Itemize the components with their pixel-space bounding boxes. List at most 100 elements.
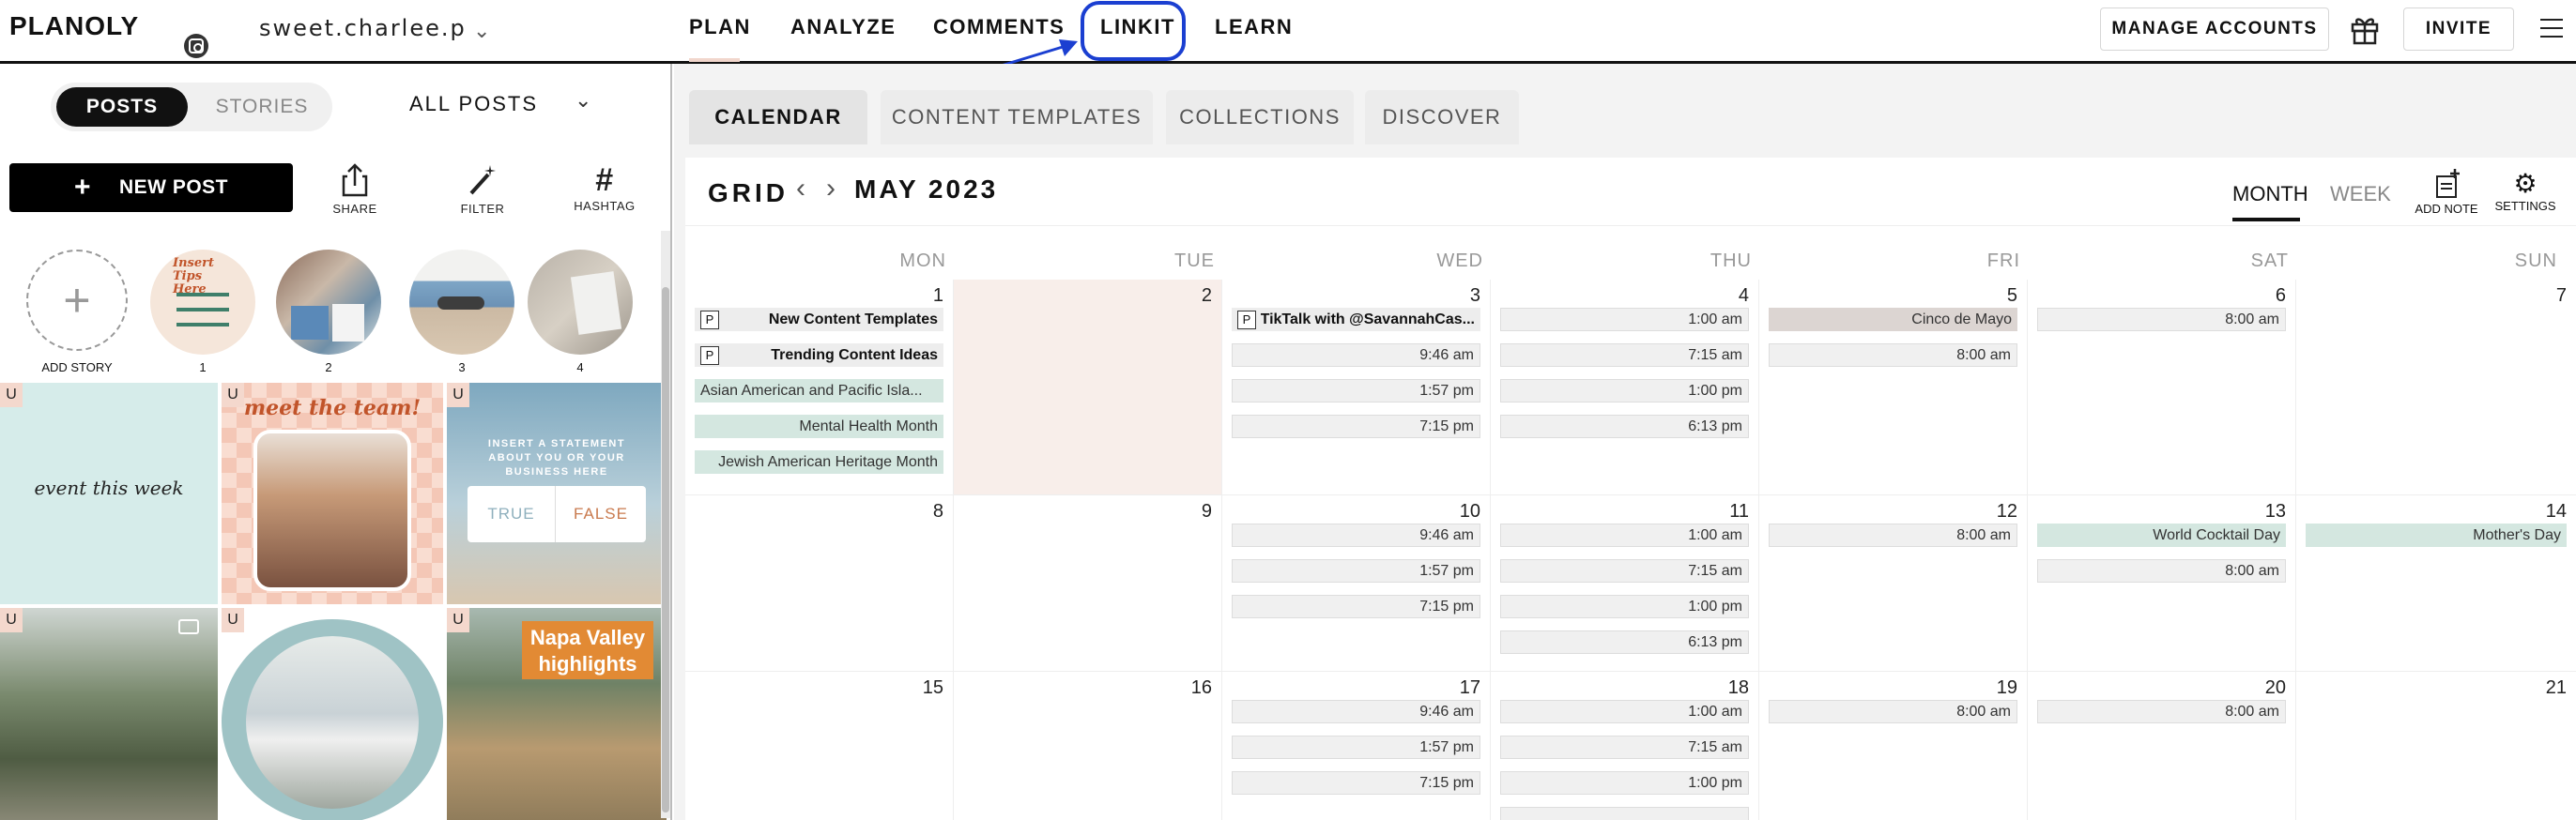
- scheduled-post-time[interactable]: 6:13 pm: [1500, 415, 1749, 438]
- scheduled-post-time[interactable]: 7:15 pm: [1232, 595, 1480, 618]
- scheduled-post-time[interactable]: 1:00 pm: [1500, 595, 1749, 618]
- story-thumbnail-1[interactable]: Insert Tips Here: [150, 250, 255, 355]
- day-cell-6[interactable]: 6 8:00 am: [2028, 280, 2296, 495]
- day-cell-19[interactable]: 19 8:00 am: [1759, 672, 2028, 820]
- holiday-event[interactable]: Cinco de Mayo: [1769, 308, 2017, 331]
- holiday-event[interactable]: Mother's Day: [2306, 524, 2567, 547]
- scheduled-post-time[interactable]: 8:00 am: [2037, 700, 2286, 723]
- scheduled-post-time[interactable]: 1:00 pm: [1500, 771, 1749, 795]
- scheduled-post-time[interactable]: 1:00 am: [1500, 308, 1749, 331]
- day-cell-21[interactable]: 21: [2296, 672, 2576, 820]
- day-cell-5[interactable]: 5 Cinco de Mayo 8:00 am: [1759, 280, 2028, 495]
- scheduled-post-time[interactable]: 8:00 am: [1769, 700, 2017, 723]
- nav-analyze[interactable]: ANALYZE: [790, 15, 896, 39]
- invite-button[interactable]: INVITE: [2403, 8, 2514, 51]
- scheduled-post-time[interactable]: 7:15 pm: [1232, 415, 1480, 438]
- story-thumbnail-4[interactable]: [528, 250, 633, 355]
- holiday-event[interactable]: World Cocktail Day: [2037, 524, 2286, 547]
- scheduled-post-time-partial[interactable]: [1500, 807, 1749, 820]
- day-cell-11[interactable]: 11 1:00 am 7:15 am 1:00 pm 6:13 pm: [1491, 495, 1759, 672]
- next-month-icon[interactable]: ›: [826, 173, 836, 205]
- new-post-button[interactable]: + NEW POST: [9, 163, 293, 212]
- nav-learn[interactable]: LEARN: [1215, 15, 1293, 39]
- day-cell-14[interactable]: 14 Mother's Day: [2296, 495, 2576, 672]
- post-tile-6[interactable]: U Napa Valley highlights: [447, 608, 667, 820]
- tab-discover[interactable]: DISCOVER: [1365, 90, 1519, 144]
- holiday-event[interactable]: Mental Health Month: [695, 415, 943, 438]
- post-tile-2[interactable]: U meet the team!: [222, 383, 443, 604]
- add-note-button[interactable]: ADD NOTE: [2409, 169, 2484, 216]
- stories-tab[interactable]: STORIES: [201, 87, 323, 127]
- chevron-down-icon[interactable]: ⌄: [575, 88, 591, 113]
- account-name[interactable]: sweet.charlee.p: [259, 15, 467, 41]
- holiday-event[interactable]: Asian American and Pacific Isla...: [695, 379, 943, 402]
- story-thumbnail-2[interactable]: [276, 250, 381, 355]
- scheduled-post-time[interactable]: 8:00 am: [2037, 559, 2286, 583]
- scheduled-post-time[interactable]: 7:15 am: [1500, 343, 1749, 367]
- scheduled-post-time[interactable]: 1:57 pm: [1232, 559, 1480, 583]
- scheduled-post-time[interactable]: 7:15 am: [1500, 736, 1749, 759]
- day-cell-13[interactable]: 13 World Cocktail Day 8:00 am: [2028, 495, 2296, 672]
- scheduled-post-time[interactable]: 9:46 am: [1232, 524, 1480, 547]
- view-month-tab[interactable]: MONTH: [2232, 182, 2308, 206]
- all-posts-select[interactable]: ALL POSTS: [409, 92, 538, 116]
- grid-scrollbar[interactable]: [661, 231, 670, 818]
- hamburger-menu-icon[interactable]: [2540, 19, 2563, 44]
- hashtag-button[interactable]: # HASHTAG: [558, 161, 652, 213]
- nav-plan[interactable]: PLAN: [689, 15, 751, 39]
- gift-icon[interactable]: [2349, 13, 2381, 45]
- scheduled-post-time[interactable]: 1:57 pm: [1232, 736, 1480, 759]
- scheduled-post-time[interactable]: 7:15 am: [1500, 559, 1749, 583]
- day-cell-1[interactable]: 1 P New Content Templates P Trending Conte…: [685, 280, 954, 495]
- add-story-button[interactable]: +: [26, 250, 128, 351]
- day-cell-16[interactable]: 16: [954, 672, 1222, 820]
- post-tile-5[interactable]: U: [222, 608, 443, 820]
- scheduled-post-time[interactable]: 9:46 am: [1232, 343, 1480, 367]
- story-label-1: 1: [199, 360, 207, 374]
- day-cell-20[interactable]: 20 8:00 am: [2028, 672, 2296, 820]
- previous-month-icon[interactable]: ‹: [796, 173, 805, 205]
- nav-comments[interactable]: COMMENTS: [933, 15, 1065, 39]
- scheduled-post-time[interactable]: 1:00 pm: [1500, 379, 1749, 402]
- post-tile-4[interactable]: U: [0, 608, 218, 820]
- scheduled-post-time[interactable]: 1:00 am: [1500, 700, 1749, 723]
- tab-collections[interactable]: COLLECTIONS: [1166, 90, 1354, 144]
- scheduled-post-time[interactable]: 8:00 am: [1769, 524, 2017, 547]
- day-cell-10[interactable]: 10 9:46 am 1:57 pm 7:15 pm: [1222, 495, 1491, 672]
- note-event[interactable]: P Trending Content Ideas: [695, 343, 943, 367]
- view-week-tab[interactable]: WEEK: [2330, 182, 2391, 206]
- day-cell-18[interactable]: 18 1:00 am 7:15 am 1:00 pm: [1491, 672, 1759, 820]
- post-tile-3[interactable]: U INSERT A STATEMENT ABOUT YOU OR YOUR B…: [447, 383, 667, 604]
- scheduled-post-time[interactable]: 8:00 am: [1769, 343, 2017, 367]
- scheduled-post-time[interactable]: 6:13 pm: [1500, 630, 1749, 654]
- scheduled-post-time[interactable]: 8:00 am: [2037, 308, 2286, 331]
- tab-calendar[interactable]: CALENDAR: [689, 90, 867, 144]
- holiday-event[interactable]: Jewish American Heritage Month: [695, 450, 943, 474]
- note-event[interactable]: P New Content Templates: [695, 308, 943, 331]
- scheduled-post-time[interactable]: 7:15 pm: [1232, 771, 1480, 795]
- day-cell-8[interactable]: 8: [685, 495, 954, 672]
- scheduled-post-time[interactable]: 1:00 am: [1500, 524, 1749, 547]
- day-cell-4[interactable]: 4 1:00 am 7:15 am 1:00 pm 6:13 pm: [1491, 280, 1759, 495]
- day-cell-9[interactable]: 9: [954, 495, 1222, 672]
- day-cell-17[interactable]: 17 9:46 am 1:57 pm 7:15 pm: [1222, 672, 1491, 820]
- settings-button[interactable]: ⚙ SETTINGS: [2488, 169, 2563, 213]
- planoly-logo[interactable]: PLANOLY: [9, 11, 139, 41]
- scheduled-post-time[interactable]: 1:57 pm: [1232, 379, 1480, 402]
- note-event[interactable]: P TikTalk with @SavannahCas...: [1232, 308, 1480, 331]
- day-cell-3[interactable]: 3 P TikTalk with @SavannahCas... 9:46 am …: [1222, 280, 1491, 495]
- day-cell-7[interactable]: 7: [2296, 280, 2576, 495]
- scheduled-post-time[interactable]: 9:46 am: [1232, 700, 1480, 723]
- post-tile-1[interactable]: U event this week: [0, 383, 218, 604]
- manage-accounts-button[interactable]: MANAGE ACCOUNTS: [2100, 8, 2329, 51]
- chevron-down-icon[interactable]: ⌄: [473, 19, 490, 43]
- day-cell-2[interactable]: 2: [954, 280, 1222, 495]
- story-thumbnail-3[interactable]: [409, 250, 514, 355]
- filter-button[interactable]: FILTER: [436, 161, 529, 216]
- share-button[interactable]: SHARE: [308, 161, 402, 216]
- day-cell-12[interactable]: 12 8:00 am: [1759, 495, 2028, 672]
- tab-content-templates[interactable]: CONTENT TEMPLATES: [881, 90, 1153, 144]
- day-cell-15[interactable]: 15: [685, 672, 954, 820]
- posts-tab[interactable]: POSTS: [56, 87, 188, 127]
- tile-statement-text: INSERT A STATEMENT ABOUT YOU OR YOUR BUS…: [487, 438, 626, 478]
